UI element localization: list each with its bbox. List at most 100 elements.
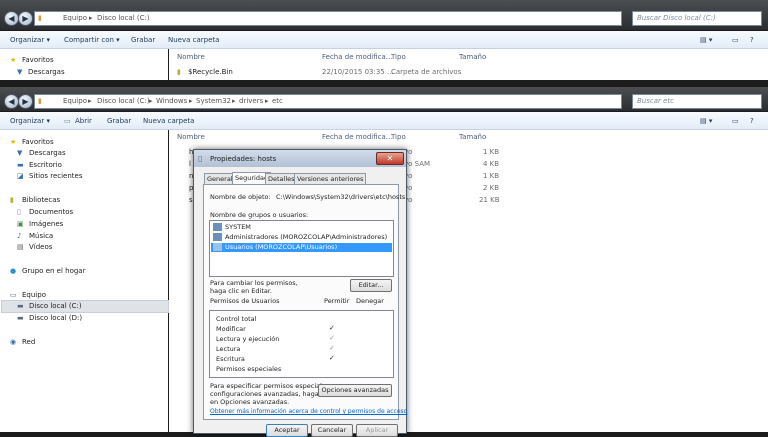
breadcrumb-system32[interactable]: System32 [196,97,231,105]
file-row-type: vo SAM [404,160,431,168]
file-row-date: 22/10/2015 03:35 ... [322,68,394,76]
folder-icon: ▮ [38,97,42,105]
breadcrumb-equipo[interactable]: Equipo [63,97,87,105]
forward-button[interactable]: ▶ [18,11,33,26]
preview-pane-icon[interactable]: ▭ [732,36,739,44]
apply-button[interactable]: Aplicar [356,424,398,437]
permission-control-total: Control total [216,315,257,323]
file-row-size: 1 KB [483,148,500,156]
access-control-help-link[interactable]: Obtener más información acerca de contro… [210,408,407,415]
file-row-name[interactable]: $Recycle.Bin [188,68,233,76]
group-item-system[interactable]: SYSTEM [211,223,392,232]
allow-check-escritura: ✓ [329,354,335,362]
breadcrumb-equipo[interactable]: Equipo [63,14,87,22]
help-icon[interactable]: ? [750,117,754,125]
window1-search-input[interactable]: Buscar Disco local (C:) [632,11,762,26]
favorites-icon: ★ [10,138,17,146]
libraries-icon: ▮ [10,196,14,204]
preview-pane-icon[interactable]: ▭ [732,117,739,125]
ok-button[interactable]: Aceptar [266,424,308,437]
deny-column-header: Denegar [356,297,384,305]
column-tipo[interactable]: Tipo [391,133,406,141]
column-nombre[interactable]: Nombre [177,53,205,61]
column-fecha[interactable]: Fecha de modifica... [322,133,392,141]
users-icon [213,223,222,231]
allow-check-lectura-ejecucion: ✓ [329,334,335,342]
window2-toolbar: Organizar ▾ ▭ Abrir Grabar Nueva carpeta… [0,112,768,130]
cancel-button[interactable]: Cancelar [311,424,353,437]
sidebar-item-musica[interactable]: Música [29,232,53,240]
sidebar-item-escritorio[interactable]: Escritorio [29,161,62,169]
sidebar-item-descargas[interactable]: Descargas [28,68,65,76]
sidebar-favorites[interactable]: Favoritos [22,138,54,146]
forward-button[interactable]: ▶ [18,94,33,109]
file-row-type: Carpeta de archivos [391,68,462,76]
special-permissions-text-3: en Opciones avanzadas. [210,398,290,406]
breadcrumb-disco-c[interactable]: Disco local (C:) [97,14,150,22]
new-folder-button[interactable]: Nueva carpeta [168,36,219,44]
sidebar-favorites[interactable]: Favoritos [22,56,54,64]
burn-button[interactable]: Grabar [107,117,131,125]
advanced-options-button[interactable]: Opciones avanzadas [318,384,392,397]
group-item-usuarios[interactable]: Usuarios (MOROZCOLAP\Usuarios) [211,243,392,252]
column-fecha[interactable]: Fecha de modifica... [322,53,392,61]
change-permissions-text: Para cambiar los permisos, [210,279,298,287]
view-options-icon[interactable]: ▤ ▾ [700,117,712,125]
column-tamano[interactable]: Tamaño [459,53,486,61]
sidebar-item-sitios-recientes[interactable]: Sitios recientes [29,172,83,180]
change-permissions-text-2: haga clic en Editar. [210,287,273,295]
music-icon: ♪ [17,232,22,240]
sidebar-item-disco-d[interactable]: Disco local (D:) [29,314,82,322]
edit-button[interactable]: Editar... [350,279,392,292]
computer-icon: ▭ [10,291,17,299]
downloads-icon: ▼ [17,68,23,76]
sidebar-bibliotecas[interactable]: Bibliotecas [22,196,60,204]
drive-d-icon: ▬ [17,314,24,322]
file-row-size: 4 KB [483,160,500,168]
sidebar-item-disco-c[interactable]: Disco local (C:) [29,302,82,310]
breadcrumb-drivers[interactable]: drivers [239,97,263,105]
groups-label: Nombre de grupos o usuarios: [210,211,309,219]
organize-menu[interactable]: Organizar ▾ [10,117,50,125]
sidebar-item-videos[interactable]: Vídeos [29,243,52,251]
sidebar-item-descargas[interactable]: Descargas [29,149,66,157]
view-options-icon[interactable]: ▤ ▾ [700,36,712,44]
sidebar-item-documentos[interactable]: Documentos [29,208,73,216]
help-icon[interactable]: ? [750,36,754,44]
file-icon: ▯ [198,154,203,163]
window2-search-input[interactable]: Buscar etc [632,94,762,109]
users-icon [213,233,222,241]
organize-menu[interactable]: Organizar ▾ [10,36,50,44]
open-button[interactable]: Abrir [75,117,92,125]
breadcrumb-disco-c[interactable]: Disco local (C:) [97,97,150,105]
window1-content: Nombre Fecha de modifica... Tipo Tamaño … [169,49,768,80]
tab-panel: Nombre de objeto: C:\Windows\System32\dr… [203,184,407,420]
group-item-administradores[interactable]: Administradores (MOROZCOLAP\Administrado… [211,233,392,242]
window2-address-bar[interactable]: ▮ Equipo ▸ Disco local (C:) ▸ Windows ▸ … [34,94,622,109]
tab-detalles[interactable]: Detalles [265,173,298,184]
new-folder-button[interactable]: Nueva carpeta [143,117,194,125]
sidebar-red[interactable]: Red [22,338,35,346]
sidebar-grupo-hogar[interactable]: Grupo en el hogar [22,267,85,275]
groups-list[interactable]: SYSTEM Administradores (MOROZCOLAP\Admin… [209,220,394,277]
column-nombre[interactable]: Nombre [177,133,205,141]
pictures-icon: ▣ [17,220,24,228]
downloads-icon: ▼ [17,149,23,157]
close-button[interactable]: ✕ [376,152,404,165]
tab-general[interactable]: General [204,173,236,184]
burn-button[interactable]: Grabar [131,36,155,44]
breadcrumb-etc[interactable]: etc [272,97,283,105]
breadcrumb-windows[interactable]: Windows [156,97,187,105]
window1-address-bar[interactable]: ▮ Equipo ▸ Disco local (C:) [34,11,622,26]
back-button[interactable]: ◀ [4,11,19,26]
back-button[interactable]: ◀ [4,94,19,109]
tab-versiones-anteriores[interactable]: Versiones anteriores [294,173,367,184]
share-menu[interactable]: Compartir con ▾ [64,36,120,44]
permission-modificar: Modificar [216,325,246,333]
column-tamano[interactable]: Tamaño [459,133,486,141]
sidebar-item-imagenes[interactable]: Imágenes [29,220,63,228]
column-tipo[interactable]: Tipo [391,53,406,61]
file-row-name[interactable]: l [189,160,191,168]
special-permissions-text-1: Para especificar permisos especiales o [210,382,336,390]
sidebar-equipo[interactable]: Equipo [22,291,46,299]
